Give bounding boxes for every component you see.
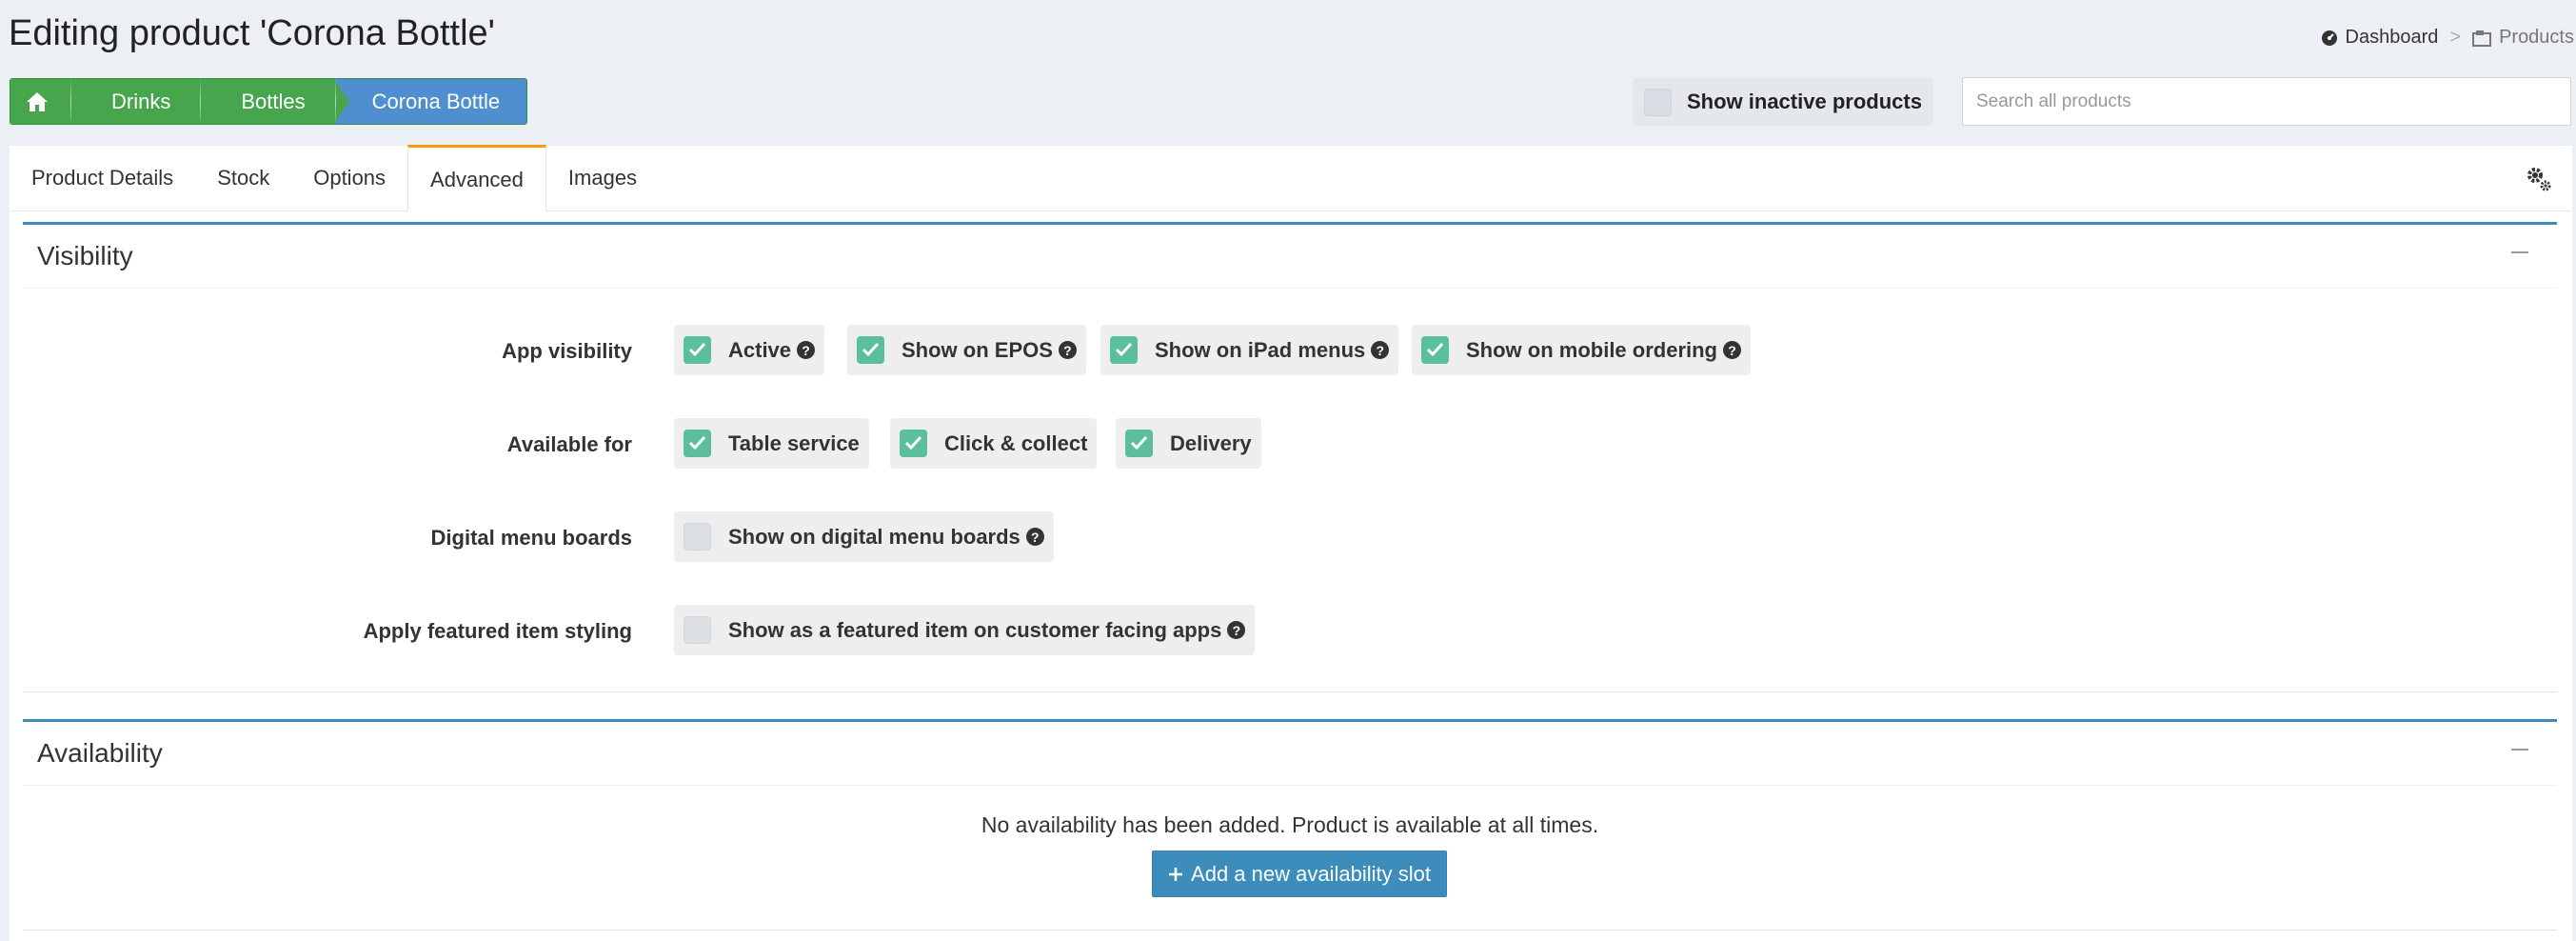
product-search-input[interactable] [1962,77,2571,126]
breadcrumb-home[interactable] [10,79,85,124]
option-label: Click & collect [944,430,1088,455]
tab-advanced[interactable]: Advanced [407,145,546,211]
breadcrumb-drinks[interactable]: Drinks [69,79,215,124]
plus-icon [1169,867,1183,881]
tab-options[interactable]: Options [291,145,407,210]
unchecked-icon [684,616,711,644]
checked-icon [1125,430,1153,457]
unchecked-icon [684,523,711,551]
checkbox-show-on-epos[interactable]: Show on EPOS ? [847,325,1086,375]
row-label-available-for: Available for [506,432,632,456]
checked-icon [1421,336,1449,364]
option-label: Show as a featured item on customer faci… [728,617,1222,642]
show-inactive-label: Show inactive products [1687,90,1922,113]
dashboard-label: Dashboard [2345,27,2439,48]
option-label: Active [728,337,792,362]
tab-product-details[interactable]: Product Details [10,145,195,210]
availability-header: Availability [23,722,2557,786]
products-label: Products [2499,27,2574,48]
breadcrumb-current-label: Corona Bottle [371,89,501,113]
checkbox-delivery[interactable]: Delivery [1116,418,1261,469]
option-label: Show on mobile ordering [1466,337,1717,362]
products-icon [2472,30,2492,47]
visibility-header: Visibility [23,225,2557,289]
checkbox-show-as-featured-item[interactable]: Show as a featured item on customer faci… [674,605,1256,655]
category-breadcrumb: Drinks Bottles Corona Bottle [10,78,528,125]
product-tabs: Product Details Stock Options Advanced I… [10,145,2572,211]
collapse-availability-button[interactable] [2511,749,2528,751]
cogs-icon[interactable] [2525,165,2553,193]
home-icon [27,91,48,111]
help-icon[interactable]: ? [797,341,816,359]
checkbox-show-on-mobile-ordering[interactable]: Show on mobile ordering ? [1412,325,1751,375]
help-icon[interactable]: ? [1371,341,1390,359]
dashboard-icon [2321,30,2337,46]
checked-icon [684,336,711,364]
help-icon[interactable]: ? [1058,341,1077,359]
breadcrumb-drinks-label: Drinks [111,89,171,113]
checkbox-show-on-ipad-menus[interactable]: Show on iPad menus ? [1100,325,1399,375]
checked-icon [1110,336,1138,364]
help-icon[interactable]: ? [1025,528,1044,546]
checked-icon [684,430,711,457]
add-availability-label: Add a new availability slot [1191,861,1431,886]
nav-separator: > [2449,27,2462,48]
option-label: Delivery [1170,430,1252,455]
checkbox-click-and-collect[interactable]: Click & collect [890,418,1098,469]
visibility-title: Visibility [37,241,133,270]
checked-icon [900,430,927,457]
tab-stock[interactable]: Stock [195,145,291,210]
tab-images[interactable]: Images [546,145,659,210]
option-label: Table service [728,430,860,455]
products-link[interactable]: Products [2472,27,2574,49]
page-title: Editing product 'Corona Bottle' [9,13,495,53]
help-icon[interactable]: ? [1227,621,1246,639]
top-navigation: Dashboard > Products [2321,27,2574,49]
availability-title: Availability [37,738,163,768]
availability-empty-text: No availability has been added. Product … [981,812,1599,837]
collapse-visibility-button[interactable] [2511,251,2528,253]
row-label-app-visibility: App visibility [502,339,632,363]
product-editor-panel: Product Details Stock Options Advanced I… [10,145,2572,941]
show-inactive-checkbox[interactable] [1644,88,1672,116]
visibility-box: Visibility App visibility Active ? Show … [23,222,2557,692]
add-availability-slot-button[interactable]: Add a new availability slot [1152,851,1447,897]
breadcrumb-current[interactable]: Corona Bottle [333,79,527,124]
help-icon[interactable]: ? [1723,341,1741,359]
show-inactive-toggle[interactable]: Show inactive products [1633,78,1933,126]
availability-box: Availability No availability has been ad… [23,719,2557,931]
checkbox-table-service[interactable]: Table service [674,418,869,469]
option-label: Show on iPad menus [1155,337,1366,362]
option-label: Show on digital menu boards [728,524,1020,549]
dashboard-link[interactable]: Dashboard [2321,27,2439,49]
row-label-digital-menu-boards: Digital menu boards [430,526,632,550]
checked-icon [857,336,884,364]
checkbox-show-on-digital-menu-boards[interactable]: Show on digital menu boards ? [674,511,1054,562]
option-label: Show on EPOS [902,337,1053,362]
row-label-featured-item-styling: Apply featured item styling [363,619,632,643]
breadcrumb-bottles-label: Bottles [241,89,306,113]
breadcrumb-bottles[interactable]: Bottles [199,79,349,124]
checkbox-active[interactable]: Active ? [674,325,825,375]
